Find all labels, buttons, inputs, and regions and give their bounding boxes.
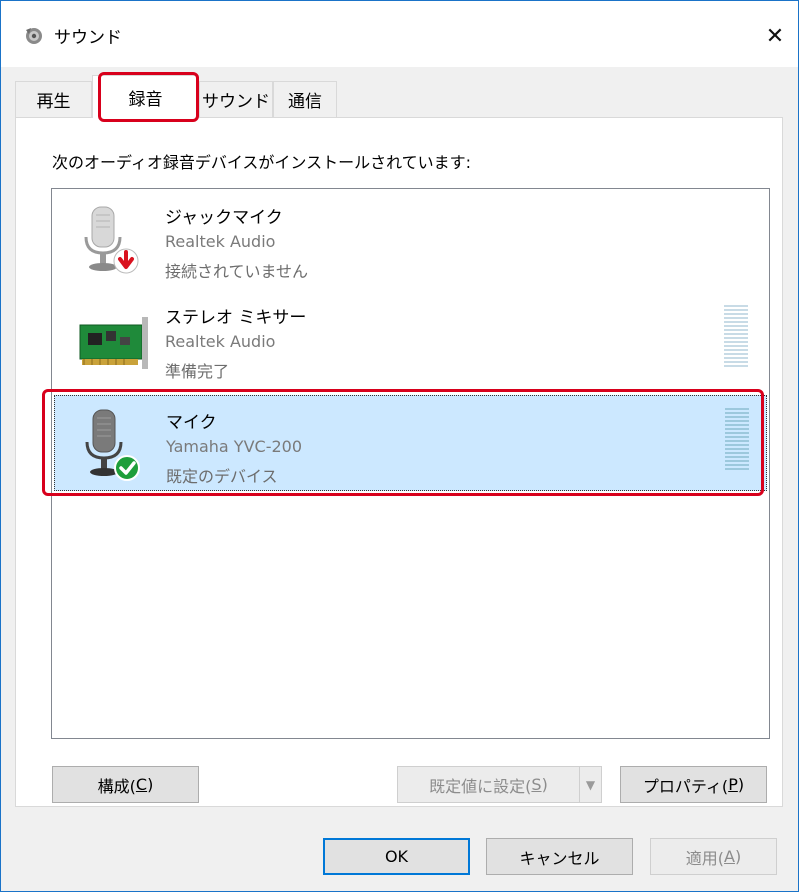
- chevron-down-icon: ▼: [585, 777, 596, 792]
- device-name: ジャックマイク: [165, 208, 283, 228]
- title-bar: サウンド ✕: [1, 1, 798, 67]
- sound-card-icon: [79, 317, 148, 369]
- cancel-button[interactable]: キャンセル: [486, 838, 633, 875]
- dialog-body: 再生 録音 サウンド 通信 次のオーディオ録音デバイスがインストールされています…: [1, 67, 798, 891]
- button-label-suffix: ): [737, 775, 745, 794]
- device-status: 接続されていません: [165, 262, 309, 281]
- accelerator-key: A: [724, 847, 735, 866]
- window-title: サウンド: [54, 28, 122, 48]
- device-status: 準備完了: [165, 362, 230, 381]
- button-label: OK: [384, 847, 409, 866]
- list-item[interactable]: ステレオ ミキサー Realtek Audio 準備完了: [54, 291, 767, 387]
- accelerator-key: P: [728, 775, 738, 794]
- tab-sounds[interactable]: サウンド: [199, 81, 273, 117]
- properties-button[interactable]: プロパティ(P): [620, 766, 767, 803]
- tab-recording[interactable]: 録音: [92, 75, 199, 118]
- set-default-dropdown[interactable]: ▼: [580, 766, 602, 803]
- tab-label: サウンド: [202, 92, 270, 112]
- list-item[interactable]: ジャックマイク Realtek Audio 接続されていません: [54, 191, 767, 287]
- button-label-suffix: ): [734, 847, 742, 866]
- microphone-disconnected-icon: [84, 206, 139, 274]
- close-button[interactable]: ✕: [752, 14, 798, 58]
- button-label-suffix: ): [541, 775, 548, 794]
- button-label-suffix: ): [147, 775, 154, 794]
- button-label: プロパティ(: [642, 776, 729, 796]
- device-name: マイク: [166, 413, 217, 433]
- tab-label: 録音: [128, 89, 163, 110]
- accelerator-key: S: [531, 775, 542, 794]
- device-driver: Realtek Audio: [165, 232, 276, 251]
- recording-panel: 次のオーディオ録音デバイスがインストールされています: ジャックマイク Real…: [15, 117, 783, 807]
- level-meter: [725, 408, 749, 472]
- button-label: キャンセル: [519, 848, 600, 868]
- button-label: 既定値に設定(: [429, 776, 532, 796]
- button-label: 適用(: [685, 848, 725, 868]
- set-default-button[interactable]: 既定値に設定(S): [397, 766, 580, 803]
- device-list[interactable]: ジャックマイク Realtek Audio 接続されていません ステレオ ミキサ…: [51, 188, 770, 739]
- tab-label: 通信: [288, 92, 322, 112]
- tab-communications[interactable]: 通信: [273, 81, 337, 117]
- level-meter: [724, 305, 748, 369]
- apply-button[interactable]: 適用(A): [650, 838, 777, 875]
- close-icon: ✕: [765, 23, 785, 49]
- device-driver: Yamaha YVC-200: [166, 437, 302, 456]
- configure-button[interactable]: 構成(C): [52, 766, 199, 803]
- device-name: ステレオ ミキサー: [165, 308, 307, 328]
- device-driver: Realtek Audio: [165, 332, 276, 351]
- speaker-icon: [26, 28, 42, 44]
- sound-dialog: サウンド ✕ 再生 録音 サウンド 通信 次のオーディオ録音デバイスがインストー…: [0, 0, 799, 892]
- tab-playback[interactable]: 再生: [15, 81, 92, 117]
- list-item-selected[interactable]: マイク Yamaha YVC-200 既定のデバイス: [54, 395, 767, 491]
- instruction-text: 次のオーディオ録音デバイスがインストールされています:: [52, 153, 471, 172]
- accelerator-key: C: [135, 775, 148, 794]
- ok-button[interactable]: OK: [323, 838, 470, 875]
- device-status: 既定のデバイス: [166, 467, 278, 486]
- tab-label: 再生: [36, 92, 71, 112]
- button-label: 構成(: [97, 776, 136, 796]
- microphone-default-icon: [85, 409, 140, 481]
